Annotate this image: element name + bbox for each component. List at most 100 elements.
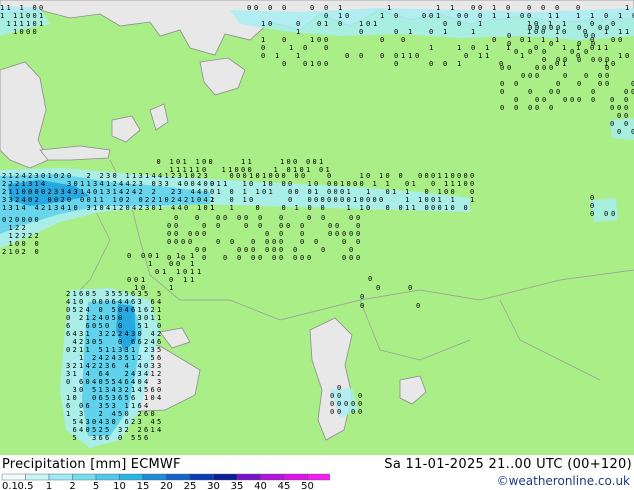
- precip-digit: 0: [308, 204, 312, 212]
- precip-digit: 1: [13, 28, 17, 36]
- scale-label: 30: [207, 481, 220, 490]
- precip-digit: 0: [416, 302, 420, 310]
- precip-digit: 0: [451, 204, 455, 212]
- precip-digit: 0: [549, 24, 553, 32]
- precip-digit: 0: [418, 172, 422, 180]
- precip-digit: 0: [265, 238, 269, 246]
- precip-digit: 0: [28, 196, 32, 204]
- precip-digit: 6: [99, 370, 103, 378]
- precip-digit: 2: [99, 410, 103, 418]
- precip-digit: 0: [464, 180, 468, 188]
- precip-digit: 6: [138, 402, 142, 410]
- precip-digit: 0: [307, 254, 311, 262]
- precip-digit: 0: [425, 188, 429, 196]
- precip-digit: 1: [618, 28, 622, 36]
- precip-digit: 6: [99, 434, 103, 442]
- precip-digit: 1: [319, 158, 323, 166]
- precip-digit: 6: [105, 434, 109, 442]
- precip-digit: 0: [562, 28, 566, 36]
- precip-digit: 1: [86, 314, 90, 322]
- precip-digit: 1: [87, 180, 91, 188]
- precip-digit: 1: [269, 188, 273, 196]
- precip-digit: 4: [197, 180, 201, 188]
- precip-digit: 3: [125, 346, 129, 354]
- precip-digit: 0: [113, 172, 117, 180]
- precip-digit: 5: [105, 378, 109, 386]
- precip-digit: 0: [210, 180, 214, 188]
- precip-digit: 4: [112, 386, 116, 394]
- precip-digit: 1: [590, 12, 594, 20]
- precip-digit: 5: [112, 290, 116, 298]
- precip-digit: 0: [313, 158, 317, 166]
- precip-digit: 0: [308, 188, 312, 196]
- precip-digit: 6: [66, 330, 70, 338]
- precip-digit: 0: [251, 246, 255, 254]
- precip-digit: 0: [248, 166, 252, 174]
- precip-digit: 0: [556, 80, 560, 88]
- precip-digit: 1: [604, 44, 608, 52]
- precip-digit: 3: [112, 394, 116, 402]
- precip-digit: 5: [125, 290, 129, 298]
- precip-digit: 4: [35, 204, 39, 212]
- precip-digit: 0: [86, 290, 90, 298]
- precip-digit: 6: [118, 394, 122, 402]
- precip-digit: 1: [196, 158, 200, 166]
- credit-link[interactable]: ©weatheronline.co.uk: [497, 474, 630, 488]
- precip-digit: 2: [144, 338, 148, 346]
- precip-digit: 4: [105, 370, 109, 378]
- precip-digit: 1: [165, 172, 169, 180]
- precip-digit: 0: [181, 238, 185, 246]
- precip-digit: 1: [9, 224, 13, 232]
- precip-digit: 0: [79, 402, 83, 410]
- precip-digit: 0: [324, 44, 328, 52]
- precip-digit: 0: [66, 306, 70, 314]
- scale-label: 10: [113, 481, 126, 490]
- precip-digit: 1: [141, 276, 145, 284]
- precip-digit: 0: [438, 204, 442, 212]
- precip-digit: 2: [61, 172, 65, 180]
- precip-digit: 0: [272, 246, 276, 254]
- precip-digit: 1: [126, 172, 130, 180]
- precip-digit: 1: [597, 44, 601, 52]
- precip-digit: 1: [217, 188, 221, 196]
- precip-digit: 1: [131, 386, 135, 394]
- precip-digit: 0: [342, 254, 346, 262]
- precip-digit: 0: [542, 56, 546, 64]
- scale-swatch: [119, 473, 144, 481]
- precip-digit: 0: [334, 180, 338, 188]
- precip-digit: 0: [151, 410, 155, 418]
- precip-digit: 5: [157, 290, 161, 298]
- precip-digit: 0: [249, 180, 253, 188]
- precip-digit: 6: [79, 290, 83, 298]
- precip-digit: 1: [7, 4, 11, 12]
- precip-digit: 3: [9, 196, 13, 204]
- precip-digit: 4: [144, 370, 148, 378]
- precip-digit: 0: [287, 158, 291, 166]
- precip-digit: 0: [204, 204, 208, 212]
- precip-digit: 1: [223, 180, 227, 188]
- precip-digit: 0: [15, 216, 19, 224]
- precip-digit: 1: [148, 260, 152, 268]
- precip-digit: 4: [22, 172, 26, 180]
- scale-label: 5: [93, 481, 99, 490]
- precip-digit: 4: [86, 370, 90, 378]
- precip-digit: 2: [22, 248, 26, 256]
- precip-digit: 3: [66, 370, 70, 378]
- precip-digit: 0: [342, 238, 346, 246]
- precip-digit: 1: [80, 188, 84, 196]
- precip-digit: 6: [157, 338, 161, 346]
- precip-digit: 3: [112, 402, 116, 410]
- precip-digit: 0: [542, 96, 546, 104]
- precip-digit: 1: [541, 36, 545, 44]
- precip-digit: 0: [86, 378, 90, 386]
- precip-digit: 0: [269, 180, 273, 188]
- precip-digit: 1: [243, 188, 247, 196]
- precip-digit: 0: [349, 214, 353, 222]
- scale-labels: 0.1 0.5 1 2 5 10 15 20 25 30 35 40 45 50: [2, 481, 314, 490]
- precip-digit: 0: [288, 196, 292, 204]
- precip-digit: 0: [429, 60, 433, 68]
- precip-digit: 1: [562, 44, 566, 52]
- precip-digit: 1: [289, 44, 293, 52]
- precip-digit: 0: [425, 172, 429, 180]
- precip-digit: 0: [282, 172, 286, 180]
